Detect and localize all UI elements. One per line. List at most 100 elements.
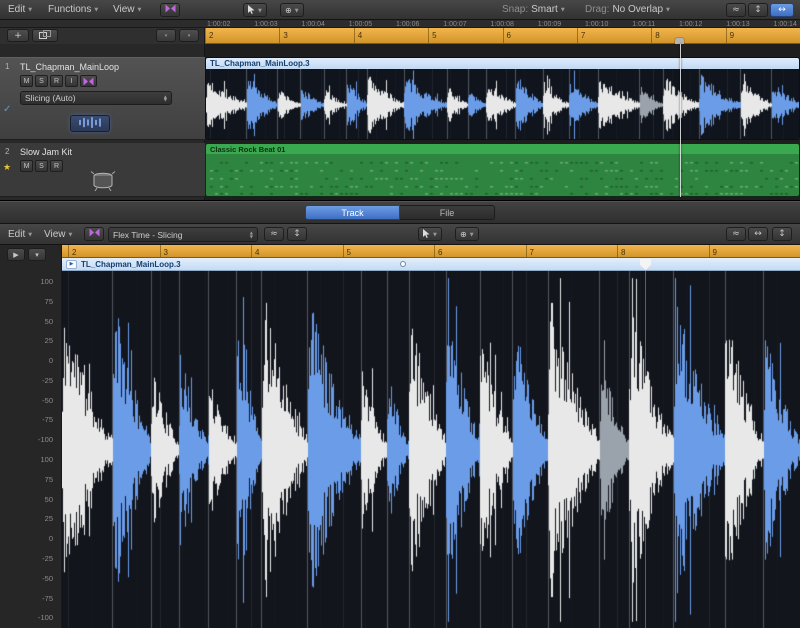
waveform-display[interactable]: [62, 271, 800, 628]
pointer-tool-selector[interactable]: ▼: [418, 227, 442, 241]
waveform-zoom-button[interactable]: ≈: [726, 227, 746, 241]
audio-region[interactable]: TL_Chapman_MainLoop.3: [205, 57, 800, 140]
edit-menu[interactable]: Edit ▼: [8, 224, 32, 244]
flex-icon: [165, 4, 176, 16]
ruler-bar-5[interactable]: 5: [428, 28, 502, 43]
midi-region[interactable]: Classic Rock Beat 01: [205, 143, 800, 197]
waveform-zoom-button[interactable]: ≈: [726, 3, 746, 17]
track-selected-check-icon[interactable]: ✓: [3, 104, 11, 115]
track-controls-bar: + ▾ ▾: [0, 28, 205, 44]
ruler-bar-2[interactable]: 2: [205, 28, 279, 43]
edit-menu[interactable]: Edit ▼: [8, 0, 32, 19]
snap-selector[interactable]: Snap: Smart ▼: [502, 0, 565, 19]
command-tool-selector[interactable]: ⊕ ▼: [455, 227, 479, 241]
track-r-button[interactable]: R: [50, 160, 63, 172]
chevron-down-icon: ▼: [561, 6, 565, 13]
editor-gutter: ▶ ▾ 1007550250-25-50-75-1001007550250-25…: [0, 245, 62, 628]
editor-waveform[interactable]: [62, 271, 800, 628]
ruler-bar-7[interactable]: 7: [577, 28, 651, 43]
flex-button[interactable]: [160, 3, 180, 17]
track-name[interactable]: Slow Jam Kit: [20, 147, 72, 157]
ruler-row: + ▾ ▾ 2 3456 789: [0, 28, 800, 44]
region-titlebar[interactable]: ▶ TL_Chapman_MainLoop.3: [62, 258, 800, 271]
audio-region-waveform[interactable]: [206, 69, 800, 140]
nudge-button[interactable]: ↕: [287, 227, 307, 241]
track-m-button[interactable]: M: [20, 160, 33, 172]
ruler-bar-8[interactable]: 8: [651, 28, 725, 43]
horizontal-zoom-button[interactable]: ↔: [748, 227, 768, 241]
flex-waveform-button[interactable]: [70, 115, 110, 132]
track-s-button[interactable]: S: [35, 75, 48, 87]
functions-menu[interactable]: Functions ▼: [48, 0, 98, 19]
editor-playhead[interactable]: [645, 271, 646, 628]
audio-region-title[interactable]: TL_Chapman_MainLoop.3: [206, 58, 799, 69]
bar-number: 2: [72, 248, 76, 257]
bar-ruler-wrap: 2 3456 789: [205, 28, 800, 44]
track-header-2[interactable]: 2 ★ Slow Jam Kit MSR: [0, 143, 205, 197]
track-star-icon[interactable]: ★: [3, 163, 11, 173]
bar-ruler[interactable]: 2 3456 789: [205, 28, 800, 44]
tab-track[interactable]: Track: [305, 205, 400, 220]
command-tool-selector[interactable]: ⊕ ▼: [280, 3, 304, 17]
track-m-button[interactable]: M: [20, 75, 33, 87]
editor-tabs: Track File: [305, 205, 495, 220]
pointer-tool-selector[interactable]: ▼: [243, 3, 267, 17]
flex-button[interactable]: [84, 227, 104, 241]
duplicate-track-button[interactable]: [32, 29, 58, 42]
editor-bar-ruler[interactable]: 2 3456789: [62, 245, 800, 258]
time-ruler[interactable]: 1:00:021:00:031:00:041:00:051:00:061:00:…: [0, 20, 800, 28]
view-menu[interactable]: View ▼: [44, 224, 72, 244]
scale-label: 25: [45, 337, 58, 345]
bar-number: 6: [507, 31, 511, 40]
amplitude-scale: 1007550250-25-50-75-1001007550250-25-50-…: [0, 271, 58, 628]
ruler-bar-5[interactable]: 5: [343, 245, 435, 257]
vertical-zoom-button[interactable]: ↕: [772, 227, 792, 241]
drum-kit-icon: [90, 171, 116, 196]
vertical-zoom-button[interactable]: ↕: [748, 3, 768, 17]
ruler-bar-7[interactable]: 7: [526, 245, 618, 257]
ruler-bar-3[interactable]: 3: [160, 245, 252, 257]
ruler-bar-4[interactable]: 4: [354, 28, 428, 43]
track-header-1[interactable]: 1 ✓ TL_Chapman_MainLoop MSRI Slicing (Au…: [0, 57, 205, 140]
flex-mode-dropdown[interactable]: Slicing (Auto) ▲ ▼: [20, 91, 172, 105]
playhead[interactable]: [680, 44, 681, 197]
midi-region-title[interactable]: Classic Rock Beat 01: [206, 144, 799, 154]
region-play-button[interactable]: ▶: [66, 260, 77, 269]
track-flex-button[interactable]: [80, 75, 97, 87]
flex-marker-handle[interactable]: [640, 259, 651, 270]
track-header-option-button[interactable]: ▾: [156, 29, 176, 42]
editor-tab-row: Track File: [0, 201, 800, 224]
midi-region-notes[interactable]: [206, 154, 800, 197]
vertical-zoom-icon: ↕: [754, 5, 762, 15]
flex-marker-circle-icon[interactable]: [400, 261, 406, 267]
flex-mode-dropdown[interactable]: Flex Time - Slicing ▲ ▼: [108, 227, 258, 242]
snap-label: Snap:: [502, 4, 528, 15]
ruler-bar-8[interactable]: 8: [617, 245, 709, 257]
waveform-icon: ≈: [270, 229, 278, 239]
track-r-button[interactable]: R: [50, 75, 63, 87]
stepper-down-icon: ▼: [164, 98, 167, 101]
add-track-button[interactable]: +: [7, 29, 29, 42]
tab-file[interactable]: File: [400, 205, 495, 220]
ruler-bar-3[interactable]: 3: [279, 28, 353, 43]
bar-number: 2: [209, 31, 213, 40]
track-s-button[interactable]: S: [35, 160, 48, 172]
view-menu[interactable]: View ▼: [113, 0, 141, 19]
ruler-bar-4[interactable]: 4: [251, 245, 343, 257]
time-label: 1:00:03: [254, 21, 277, 28]
ruler-bar-9[interactable]: 9: [726, 28, 800, 43]
track-zoom-option-button[interactable]: ▾: [179, 29, 199, 42]
flex-view-button[interactable]: ↔: [770, 3, 794, 17]
flex-toggle-button[interactable]: ≈: [264, 227, 284, 241]
ruler-bar-9[interactable]: 9: [709, 245, 800, 257]
ruler-bar-6[interactable]: 6: [503, 28, 577, 43]
track-name[interactable]: TL_Chapman_MainLoop: [20, 62, 119, 72]
drag-selector[interactable]: Drag: No Overlap ▼: [585, 0, 670, 19]
catch-playhead-button[interactable]: ▶: [7, 248, 25, 261]
ruler-bar-6[interactable]: 6: [434, 245, 526, 257]
pointer-tool-icon: [423, 225, 430, 243]
editor-menu-button[interactable]: ▾: [28, 248, 46, 261]
track-i-button[interactable]: I: [65, 75, 78, 87]
ruler-bar-2[interactable]: 2: [68, 245, 160, 257]
time-label: 1:00:07: [443, 21, 466, 28]
